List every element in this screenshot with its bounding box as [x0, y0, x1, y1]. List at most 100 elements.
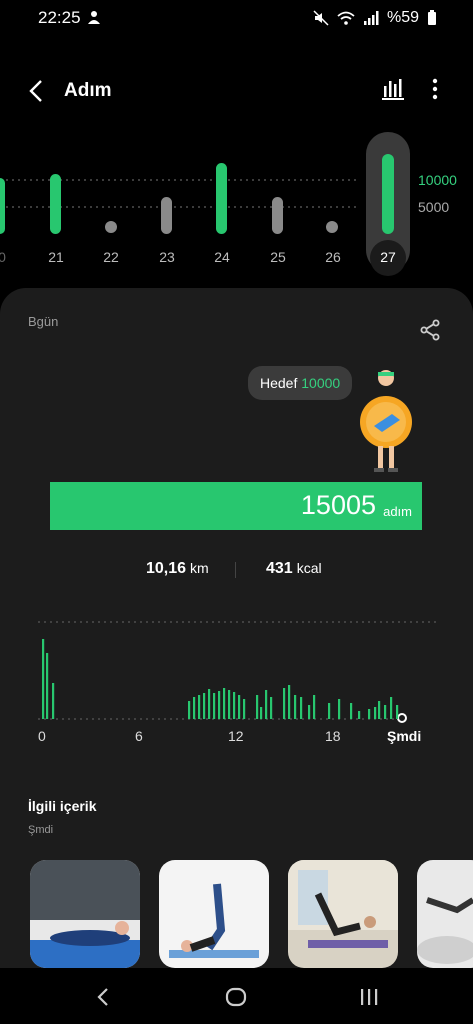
wifi-icon	[337, 11, 355, 25]
hourly-bar	[233, 692, 236, 719]
hourly-bar	[358, 711, 361, 719]
hourly-bar	[260, 707, 263, 719]
today-label: Bgün	[28, 314, 59, 329]
exercise-image	[417, 897, 473, 964]
exercise-image	[288, 860, 398, 948]
chart-icon[interactable]	[380, 76, 406, 102]
calories-stat: 431 kcal	[266, 560, 322, 578]
page-title: Adım	[64, 80, 112, 101]
battery-percent: %59	[386, 9, 419, 26]
hourly-bar	[223, 688, 226, 719]
day-bar-25	[272, 197, 283, 234]
steps-unit: adım	[383, 504, 412, 519]
exercise-image	[169, 883, 259, 958]
distance-unit: km	[190, 560, 209, 576]
week-day-label[interactable]: 21	[36, 249, 76, 265]
hour-axis-label: 6	[135, 728, 143, 744]
hourly-bar	[256, 695, 259, 719]
week-day-label[interactable]: 24	[202, 249, 242, 265]
mute-icon	[313, 10, 329, 26]
hourly-bar	[218, 691, 221, 719]
hour-axis-label: 18	[325, 728, 341, 744]
day-bar-24	[216, 163, 227, 234]
meditation-icon	[88, 11, 100, 24]
more-options-icon[interactable]	[426, 76, 444, 102]
hourly-bar	[270, 697, 273, 719]
back-icon[interactable]	[22, 76, 52, 106]
distance-value: 10,16	[146, 560, 187, 577]
hourly-bar	[203, 693, 206, 719]
calories-value: 431	[266, 560, 293, 577]
battery-icon	[428, 10, 436, 25]
week-day-label[interactable]: 23	[147, 249, 187, 265]
hourly-bar	[213, 693, 216, 719]
related-video-thumbnail[interactable]	[30, 860, 140, 968]
hourly-bar	[294, 695, 297, 719]
hourly-bar	[390, 697, 393, 719]
goal-value: 10000	[301, 375, 341, 391]
hourly-bar	[188, 701, 191, 719]
hourly-bar	[384, 705, 387, 719]
day-bar-23	[161, 197, 172, 234]
nav-recents-icon[interactable]	[357, 985, 381, 1009]
nav-home-icon[interactable]	[224, 985, 248, 1009]
hourly-bar	[368, 709, 371, 719]
hourly-bar	[243, 699, 246, 719]
hourly-bar	[198, 695, 201, 719]
hour-axis-label: 0	[38, 728, 46, 744]
related-content-subtitle: Şmdi	[28, 824, 54, 836]
hourly-bar	[228, 690, 231, 719]
week-day-label[interactable]: 26	[313, 249, 353, 265]
hourly-bar	[338, 699, 341, 719]
now-marker	[397, 713, 407, 723]
related-video-thumbnail[interactable]	[417, 860, 473, 968]
week-day-label[interactable]: 25	[258, 249, 298, 265]
nav-back-icon[interactable]	[92, 985, 116, 1009]
week-day-label[interactable]: 0	[0, 249, 22, 265]
share-icon[interactable]	[418, 318, 442, 342]
hourly-bar	[300, 697, 303, 719]
hourly-bar	[374, 707, 377, 719]
status-icons: %59	[313, 9, 437, 27]
week-day-selected-label[interactable]: 27	[368, 249, 408, 265]
hourly-bar	[396, 705, 399, 719]
calories-unit: kcal	[296, 560, 322, 576]
hourly-bar	[42, 639, 45, 719]
hourly-bar	[378, 701, 381, 719]
distance-stat: 10,16 km	[146, 560, 209, 578]
related-video-thumbnail[interactable]	[288, 860, 398, 968]
goal-label: Hedef	[260, 375, 298, 391]
hourly-bar	[313, 695, 316, 719]
related-video-thumbnail[interactable]	[159, 860, 269, 968]
day-dot-26	[326, 221, 338, 233]
day-dot-22	[105, 221, 117, 233]
hourly-bar	[46, 653, 49, 719]
hourly-bar	[52, 683, 55, 719]
hourly-bar	[288, 685, 291, 719]
hourly-bar	[265, 690, 268, 719]
day-bar-27	[382, 154, 394, 234]
hourly-bar	[238, 695, 241, 719]
hourly-bar	[308, 705, 311, 719]
exercise-image	[30, 860, 140, 968]
goal-bubble: Hedef 10000	[248, 366, 353, 400]
steps-progress-bar: 15005 adım	[50, 482, 422, 530]
hour-axis-now: Şmdi	[387, 728, 422, 744]
half-goal-line-label: 5000	[418, 199, 450, 215]
status-time: 22:25	[38, 8, 81, 27]
signal-icon	[363, 11, 379, 25]
week-day-label[interactable]: 22	[91, 249, 131, 265]
hourly-bar	[283, 688, 286, 719]
hourly-bar	[208, 689, 211, 719]
mascot-illustration	[360, 370, 412, 472]
day-bar-20	[0, 178, 5, 234]
stat-divider	[235, 562, 236, 578]
hour-axis-label: 12	[228, 728, 244, 744]
hourly-bar	[350, 703, 353, 719]
hourly-bar	[328, 703, 331, 719]
steps-count: 15005	[300, 490, 376, 520]
goal-line-label: 10000	[418, 172, 457, 188]
status-bar: 22:25 %59	[0, 0, 473, 36]
hourly-steps-chart	[38, 621, 438, 723]
day-bar-21	[50, 174, 61, 234]
